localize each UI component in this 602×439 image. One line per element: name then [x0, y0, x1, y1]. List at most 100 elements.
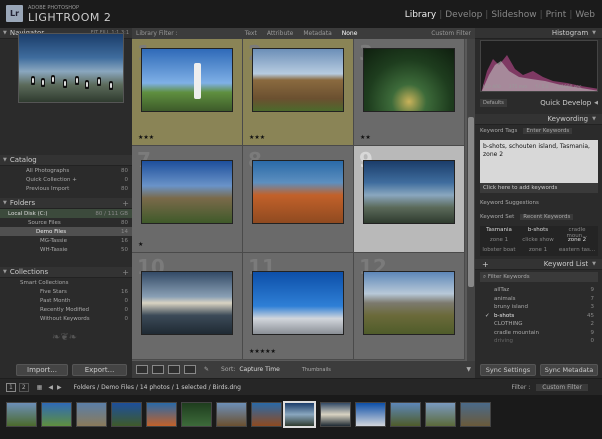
disk-row[interactable]: Local Disk (C:) 80 / 111 GB: [0, 209, 132, 218]
keywording-header[interactable]: Keywording ▼: [475, 114, 602, 125]
forward-arrow-icon[interactable]: ▶: [57, 384, 62, 391]
grid-cell[interactable]: 11 ★★★★★: [243, 253, 354, 360]
collapse-triangle-icon[interactable]: ▼: [592, 261, 596, 267]
filmstrip-thumbnail[interactable]: [41, 402, 72, 427]
photo-thumbnail[interactable]: [363, 160, 455, 224]
collection-item[interactable]: Smart Collections: [0, 278, 132, 287]
star-rating[interactable]: ★: [138, 241, 143, 248]
keyword-item[interactable]: animals 7: [480, 295, 598, 304]
keyword-set-item[interactable]: zone 1: [519, 247, 557, 253]
filmstrip-thumbnail-selected[interactable]: [283, 401, 316, 428]
collection-item[interactable]: Past Month 0: [0, 296, 132, 305]
add-keywords-field[interactable]: Click here to add keywords: [480, 183, 598, 193]
collapse-triangle-icon[interactable]: ◀: [594, 100, 598, 106]
star-rating[interactable]: ★★: [360, 134, 371, 141]
page-1-button[interactable]: 1: [6, 382, 16, 392]
sync-settings-button[interactable]: Sync Settings: [480, 364, 536, 376]
module-print[interactable]: Print: [543, 10, 570, 20]
collapse-triangle-icon[interactable]: ▼: [592, 116, 596, 122]
page-2-button[interactable]: 2: [18, 382, 29, 392]
back-arrow-icon[interactable]: ◀: [48, 384, 53, 391]
filmstrip-thumbnail[interactable]: [76, 402, 107, 427]
collapse-triangle-icon[interactable]: ▼: [592, 30, 596, 36]
folder-item[interactable]: Source Files 80: [0, 218, 132, 227]
keyword-item[interactable]: allTaz 9: [480, 286, 598, 295]
grid-scrollbar-thumb[interactable]: [468, 117, 474, 287]
filmstrip-thumbnail[interactable]: [251, 402, 282, 427]
add-collection-icon[interactable]: +: [122, 268, 129, 277]
filmstrip-thumbnail[interactable]: [146, 402, 177, 427]
grid-cell[interactable]: 1 ★★★: [132, 39, 243, 146]
catalog-item[interactable]: Previous Import 80: [0, 184, 132, 193]
collection-item[interactable]: Without Keywords 0: [0, 314, 132, 323]
filmstrip-thumbnail[interactable]: [111, 402, 142, 427]
keyword-tags-textarea[interactable]: b-shots, schouten island, Tasmania, zone…: [480, 140, 598, 183]
keyword-set-dropdown[interactable]: Recent Keywords: [520, 214, 574, 220]
filter-keywords-input[interactable]: ⌕ Filter Keywords: [480, 272, 598, 282]
saved-preset-dropdown[interactable]: Defaults: [480, 99, 507, 107]
star-rating[interactable]: ★★★★★: [249, 348, 276, 355]
star-rating[interactable]: ★★★: [138, 134, 154, 141]
filmstrip-path[interactable]: Folders / Demo Files / 14 photos / 1 sel…: [74, 384, 241, 391]
filmstrip-thumbnail[interactable]: [320, 402, 351, 427]
module-web[interactable]: Web: [572, 10, 598, 20]
filter-none[interactable]: None: [337, 30, 363, 37]
photo-thumbnail[interactable]: [141, 160, 233, 224]
module-library[interactable]: Library: [402, 10, 439, 20]
quick-develop-header[interactable]: Defaults Quick Develop ◀: [480, 99, 598, 107]
keyword-tags-mode-dropdown[interactable]: Enter Keywords: [523, 128, 573, 134]
keyword-item[interactable]: ✓ b-shots 45: [480, 312, 598, 321]
grid-cell[interactable]: 12: [354, 253, 465, 360]
filter-preset-dropdown[interactable]: Custom Filter: [431, 30, 471, 37]
keyword-set-item[interactable]: zone 2: [558, 237, 596, 243]
folder-item[interactable]: Demo Files 14: [0, 227, 132, 236]
photo-thumbnail[interactable]: [252, 160, 344, 224]
keyword-set-item[interactable]: zone 1: [480, 237, 518, 243]
grid-cell[interactable]: 2 ★★★: [243, 39, 354, 146]
filter-text[interactable]: Text: [240, 30, 262, 37]
module-slideshow[interactable]: Slideshow: [488, 10, 539, 20]
star-rating[interactable]: ★★★: [249, 134, 265, 141]
toolbar-menu-icon[interactable]: ▼: [466, 366, 471, 373]
keyword-item[interactable]: driving 0: [480, 337, 598, 346]
add-folder-icon[interactable]: +: [122, 199, 129, 208]
collapse-triangle-icon[interactable]: ▼: [3, 200, 7, 206]
painter-icon[interactable]: ✎: [204, 366, 209, 373]
compare-view-icon[interactable]: [168, 365, 180, 374]
keyword-set-item[interactable]: Tasmania: [480, 227, 518, 233]
photo-thumbnail[interactable]: [141, 48, 233, 112]
survey-view-icon[interactable]: [184, 365, 196, 374]
collections-header[interactable]: ▼ Collections +: [0, 267, 132, 278]
keyword-set-item[interactable]: b-shots: [519, 227, 557, 233]
keyword-set-item[interactable]: lobster boat: [480, 247, 518, 253]
catalog-item[interactable]: All Photographs 80: [0, 166, 132, 175]
import-button[interactable]: Import...: [16, 364, 68, 376]
folder-item[interactable]: WH-Tassie 50: [0, 245, 132, 254]
folder-item[interactable]: MG-Tassie 16: [0, 236, 132, 245]
collapse-triangle-icon[interactable]: ▼: [3, 157, 7, 163]
folders-header[interactable]: ▼ Folders +: [0, 198, 132, 209]
histogram-header[interactable]: Histogram ▼: [475, 28, 602, 39]
checkmark-icon[interactable]: ✓: [485, 313, 490, 319]
filter-metadata[interactable]: Metadata: [298, 30, 336, 37]
filmstrip-thumbnail[interactable]: [390, 402, 421, 427]
photo-thumbnail[interactable]: [141, 271, 233, 335]
keyword-item[interactable]: cradle mountain 9: [480, 329, 598, 338]
collection-item[interactable]: Five Stars 16: [0, 287, 132, 296]
collapse-triangle-icon[interactable]: ▼: [3, 30, 7, 36]
keyword-set-item[interactable]: clicke show: [519, 237, 557, 243]
filmstrip-thumbnail[interactable]: [216, 402, 247, 427]
collection-item[interactable]: Recently Modified 0: [0, 305, 132, 314]
module-develop[interactable]: Develop: [442, 10, 485, 20]
thumbnails-slider-label[interactable]: Thumbnails: [302, 367, 331, 373]
loupe-view-icon[interactable]: [152, 365, 164, 374]
export-button[interactable]: Export...: [72, 364, 127, 376]
collapse-triangle-icon[interactable]: ▼: [3, 269, 7, 275]
sort-dropdown[interactable]: Capture Time: [239, 366, 279, 373]
grid-cell[interactable]: 8: [243, 146, 354, 253]
grid-view-icon[interactable]: ▦: [37, 384, 43, 391]
grid-cell[interactable]: 7 ★: [132, 146, 243, 253]
filmstrip-filter-dropdown[interactable]: Custom Filter: [536, 383, 588, 391]
keyword-suggestions-header[interactable]: Keyword Suggestions: [480, 200, 539, 206]
grid-cell[interactable]: 10: [132, 253, 243, 360]
